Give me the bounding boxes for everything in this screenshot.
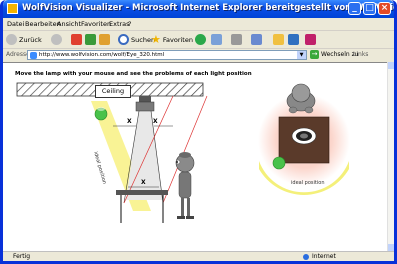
toolbar: Zurück Suchen ★ Favoriten	[3, 31, 394, 49]
edit-icon	[251, 34, 262, 45]
print-button[interactable]	[231, 33, 242, 46]
camera-top-view	[291, 127, 317, 145]
zone-label: Internet	[312, 253, 336, 260]
go-arrow-icon: →	[310, 50, 319, 59]
bluetooth-icon	[305, 34, 316, 45]
back-arrow-icon	[6, 34, 17, 45]
edit-button[interactable]	[251, 33, 262, 46]
viewer-top-view	[286, 83, 316, 114]
lamp-handle-top[interactable]	[272, 156, 286, 170]
vertical-scrollbar[interactable]	[387, 62, 394, 251]
ie-icon	[7, 3, 18, 14]
mail-button[interactable]	[211, 33, 222, 46]
camera-head	[135, 101, 155, 112]
stop-icon	[71, 34, 82, 45]
x-label-1: X	[127, 118, 132, 125]
refresh-icon	[85, 34, 96, 45]
globe-icon	[303, 253, 309, 260]
window-title: WolfVision Visualizer - Microsoft Intern…	[22, 3, 394, 13]
title-bar: WolfVision Visualizer - Microsoft Intern…	[3, 0, 394, 18]
status-bar: Fertig Internet	[3, 251, 394, 261]
favorites-label: Favoriten	[162, 35, 193, 44]
scroll-up-icon[interactable]	[388, 62, 394, 69]
address-field[interactable]: http://www.wolfvision.com/wolf/Eye_320.h…	[27, 50, 307, 60]
security-zone: Internet	[303, 253, 336, 260]
back-label: Zurück	[19, 35, 42, 44]
folder-button[interactable]	[273, 33, 284, 46]
menu-ansicht[interactable]: Ansicht	[57, 20, 81, 28]
bluetooth-button[interactable]	[305, 33, 316, 46]
menu-favoriten[interactable]: Favoriten	[81, 20, 111, 28]
maximize-button[interactable]: □	[363, 2, 376, 15]
ceiling-mount	[139, 96, 151, 102]
back-button[interactable]: Zurück	[6, 33, 42, 46]
links-button[interactable]: Links	[353, 51, 368, 58]
mail-icon	[211, 34, 222, 45]
stop-button[interactable]	[71, 33, 82, 46]
menu-extras[interactable]: Extras	[109, 20, 130, 28]
page-content: Move the lamp with your mouse and see th…	[3, 62, 387, 252]
print-icon	[231, 34, 242, 45]
star-icon: ★	[151, 33, 161, 46]
scroll-down-icon[interactable]	[388, 244, 394, 251]
page-icon	[30, 52, 37, 59]
close-button[interactable]: ×	[378, 2, 391, 15]
viewer-figure	[175, 152, 195, 219]
ceiling-label: Ceiling	[95, 85, 131, 98]
home-icon	[99, 34, 110, 45]
address-dropdown-icon[interactable]: ▼	[297, 51, 306, 59]
history-icon	[195, 34, 206, 45]
favorites-button[interactable]: ★ Favoriten	[151, 33, 193, 46]
menu-datei[interactable]: Datei	[7, 20, 24, 28]
search-icon	[118, 34, 129, 45]
menu-bar: Datei Bearbeiten Ansicht Favoriten Extra…	[3, 18, 394, 31]
history-button[interactable]	[195, 33, 206, 46]
go-button[interactable]: → Wechseln zu	[310, 50, 359, 59]
address-bar: Adresse http://www.wolfvision.com/wolf/E…	[3, 49, 394, 61]
menu-help[interactable]: ?	[128, 20, 131, 28]
messenger-button[interactable]	[288, 33, 299, 46]
address-url: http://www.wolfvision.com/wolf/Eye_320.h…	[39, 52, 165, 58]
status-text: Fertig	[13, 253, 31, 260]
folder-icon	[273, 34, 284, 45]
forward-button[interactable]	[51, 33, 62, 46]
x-label-3: X	[141, 179, 146, 186]
home-button[interactable]	[99, 33, 110, 46]
search-button[interactable]: Suchen	[118, 33, 155, 46]
minimize-button[interactable]: _	[348, 2, 361, 15]
visualizer-scene[interactable]: X X X	[3, 63, 387, 252]
ideal-position-top-label: ideal position	[291, 180, 325, 186]
forward-arrow-icon	[51, 34, 62, 45]
menu-bearbeiten[interactable]: Bearbeiten	[25, 20, 61, 28]
browser-window: WolfVision Visualizer - Microsoft Intern…	[0, 0, 397, 264]
messenger-icon	[288, 34, 299, 45]
x-label-2: X	[153, 118, 158, 125]
refresh-button[interactable]	[85, 33, 96, 46]
table-top	[116, 190, 168, 195]
